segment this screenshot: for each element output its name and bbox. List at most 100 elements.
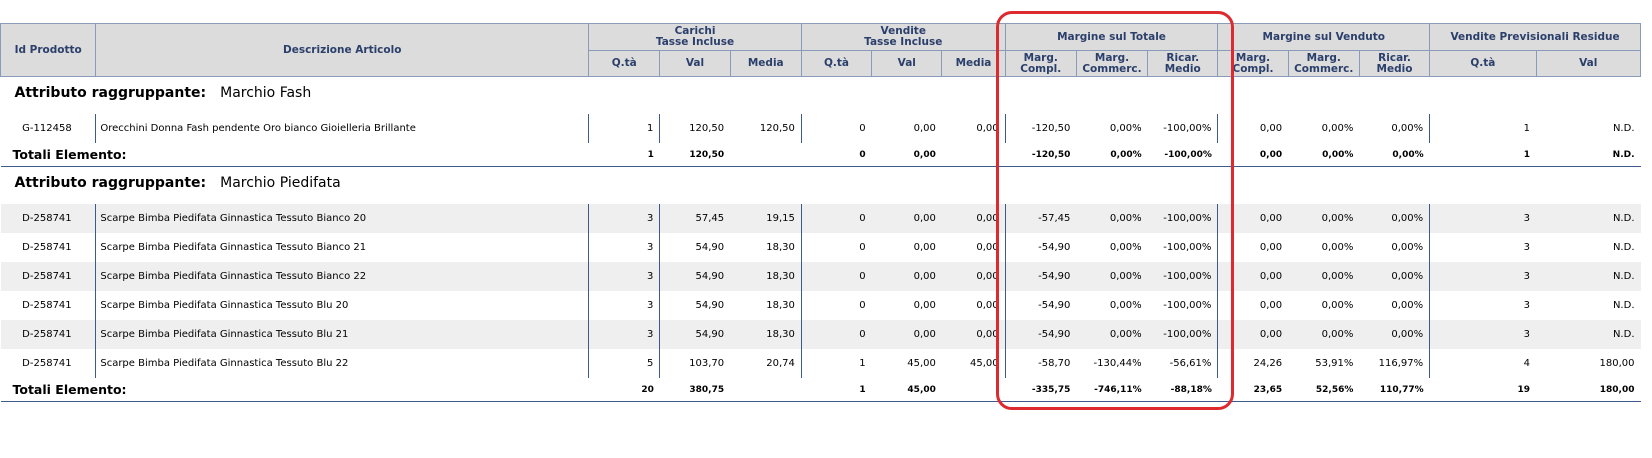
cell-prev-qta: 3 <box>1429 262 1537 291</box>
cell-carichi-media: 120,50 <box>759 123 795 134</box>
cell-marg-venduto-ricar: 0,00% <box>1359 204 1430 233</box>
group-attribute-label: Attributo raggruppante: <box>14 174 207 191</box>
cell-carichi-qta: 3 <box>588 204 660 233</box>
cell-prev-val: N.D. <box>1536 320 1641 349</box>
cell-marg-venduto-ricar: 0,00% <box>1391 242 1424 253</box>
header-vendite: Vendite Tasse Incluse <box>800 23 1006 51</box>
cell-vendite-val: 0,00 <box>913 242 936 253</box>
totals-carichi-qta: 1 <box>588 143 660 167</box>
totals-marg-venduto-compl: 23,65 <box>1217 378 1289 402</box>
header-id-prodotto: Id Prodotto <box>0 23 97 77</box>
subheader-ricar-medio: Ricar. Medio <box>1147 50 1219 77</box>
header-descrizione: Descrizione Articolo <box>95 23 590 77</box>
group-attribute-value: Marchio Piedifata <box>220 174 341 191</box>
cell-marg-venduto-commerc: 0,00% <box>1321 300 1354 311</box>
cell-carichi-media: 18,30 <box>730 262 802 291</box>
cell-carichi-media: 19,15 <box>730 204 802 233</box>
cell-marg-venduto-ricar: 0,00% <box>1359 262 1430 291</box>
totals-prev-qta: 19 <box>1429 378 1537 402</box>
cell-vendite-media: 45,00 <box>969 358 999 369</box>
cell-marg-totale-ricar: -100,00% <box>1163 300 1212 311</box>
totals-prev-val: N.D. <box>1536 143 1641 167</box>
cell-carichi-qta: 1 <box>588 114 660 143</box>
cell-carichi-media: 18,30 <box>766 300 795 311</box>
cell-marg-totale-compl: -57,45 <box>1004 204 1077 233</box>
cell-marg-totale-ricar: -100,00% <box>1163 242 1212 253</box>
cell-descrizione: Scarpe Bimba Piedifata Ginnastica Tessut… <box>95 291 589 320</box>
cell-descrizione: Scarpe Bimba Piedifata Ginnastica Tessut… <box>95 349 589 378</box>
header-margine-venduto: Margine sul Venduto <box>1217 23 1431 51</box>
table-row: D-258741 Scarpe Bimba Piedifata Ginnastic… <box>0 204 1641 233</box>
cell-prev-val: N.D. <box>1612 123 1635 134</box>
subheader-marg-commerc: Marg. Commerc. <box>1287 50 1360 77</box>
cell-carichi-qta: 3 <box>588 291 660 320</box>
totals-marg-totale-compl: -120,50 <box>1005 143 1077 167</box>
cell-descrizione: Orecchini Donna Fash pendente Oro bianco… <box>95 114 589 143</box>
table-row: D-258741 Scarpe Bimba Piedifata Ginnastic… <box>1 349 1641 378</box>
cell-vendite-val: 0,00 <box>871 320 942 349</box>
group-attribute-row: Attributo raggruppante: Marchio Piedifata <box>1 167 1641 199</box>
cell-prev-val: N.D. <box>1612 300 1635 311</box>
cell-carichi-val: 54,90 <box>659 233 731 262</box>
cell-vendite-media: 0,00 <box>941 262 1006 291</box>
group-attribute: Attributo raggruppante: Marchio Piedifata <box>1 167 1641 199</box>
subheader-media: Media <box>941 50 1006 77</box>
cell-marg-venduto-compl: 0,00 <box>1217 320 1289 349</box>
totals-vendite-qta: 1 <box>801 378 872 402</box>
cell-marg-venduto-compl: 0,00 <box>1217 114 1289 143</box>
cell-marg-totale-ricar: -100,00% <box>1147 204 1218 233</box>
cell-marg-venduto-commerc: 0,00% <box>1288 204 1360 233</box>
table-row: D-258741 Scarpe Bimba Piedifata Ginnastic… <box>0 262 1641 291</box>
totals-row: Totali Elemento: 1 120,50 0 0,00 -120,50 0,00%… <box>0 143 1641 167</box>
totals-marg-totale-ricar: -100,00% <box>1147 143 1218 167</box>
cell-descrizione: Scarpe Bimba Piedifata Ginnastica Tessut… <box>95 233 589 262</box>
cell-marg-totale-compl: -54,90 <box>1004 291 1077 320</box>
cell-prev-qta: 3 <box>1429 320 1537 349</box>
cell-vendite-media: 0,00 <box>941 204 1006 233</box>
subheader-val: Val <box>659 50 731 77</box>
cell-vendite-val: 0,00 <box>913 300 936 311</box>
subheader-marg-compl: Marg. Compl. <box>1004 50 1077 77</box>
cell-vendite-val: 0,00 <box>871 204 942 233</box>
cell-marg-venduto-compl: 0,00 <box>1217 204 1289 233</box>
totals-marg-venduto-commerc: 0,00% <box>1288 143 1360 167</box>
cell-carichi-media: 20,74 <box>766 358 795 369</box>
totals-marg-venduto-commerc: 52,56% <box>1288 378 1360 402</box>
cell-prev-qta: 3 <box>1429 291 1537 320</box>
cell-id-prodotto: D-258741 <box>22 300 72 311</box>
table-row: D-258741 Scarpe Bimba Piedifata Ginnastic… <box>0 320 1641 349</box>
group-attribute: Attributo raggruppante: Marchio Fash <box>1 77 1641 109</box>
cell-marg-totale-compl: -54,90 <box>1004 233 1077 262</box>
subheader-marg-compl: Marg. Compl. <box>1217 50 1289 77</box>
cell-carichi-media: 18,30 <box>730 320 802 349</box>
cell-marg-venduto-commerc: 0,00% <box>1288 320 1360 349</box>
cell-vendite-qta: 0 <box>800 204 872 233</box>
subheader-val: Val <box>1535 50 1642 77</box>
group-attribute-row: Attributo raggruppante: Marchio Fash <box>1 77 1641 109</box>
table-row: D-258741 Scarpe Bimba Piedifata Ginnastic… <box>1 233 1641 262</box>
cell-marg-totale-commerc: 0,00% <box>1109 242 1142 253</box>
subheader-ricar-medio: Ricar. Medio <box>1358 50 1431 77</box>
cell-marg-totale-ricar: -56,61% <box>1169 358 1212 369</box>
cell-prev-qta: 3 <box>1429 233 1537 262</box>
cell-marg-venduto-ricar: 116,97% <box>1378 358 1424 369</box>
cell-marg-totale-commerc: 0,00% <box>1076 204 1148 233</box>
cell-marg-venduto-ricar: 0,00% <box>1391 300 1424 311</box>
cell-marg-totale-ricar: -100,00% <box>1147 320 1218 349</box>
cell-carichi-qta: 3 <box>588 262 660 291</box>
totals-marg-venduto-compl: 0,00 <box>1217 143 1289 167</box>
totals-prev-qta: 1 <box>1429 143 1537 167</box>
cell-marg-venduto-commerc: 0,00% <box>1321 242 1354 253</box>
cell-marg-venduto-ricar: 0,00% <box>1359 320 1430 349</box>
totals-carichi-media <box>730 143 802 167</box>
cell-carichi-val: 54,90 <box>659 291 731 320</box>
totals-label: Totali Elemento: <box>0 378 589 402</box>
table-body: Attributo raggruppante: Marchio Fash G-112… <box>0 77 1641 402</box>
cell-carichi-qta: 5 <box>588 349 660 378</box>
cell-marg-venduto-commerc: 53,91% <box>1315 358 1354 369</box>
cell-prev-qta: 1 <box>1429 114 1537 143</box>
totals-marg-totale-ricar: -88,18% <box>1147 378 1218 402</box>
subheader-qta: Q.tà <box>800 50 873 77</box>
cell-marg-totale-commerc: 0,00% <box>1076 320 1148 349</box>
report-table: Id Prodotto Descrizione Articolo Carichi… <box>0 23 1642 402</box>
